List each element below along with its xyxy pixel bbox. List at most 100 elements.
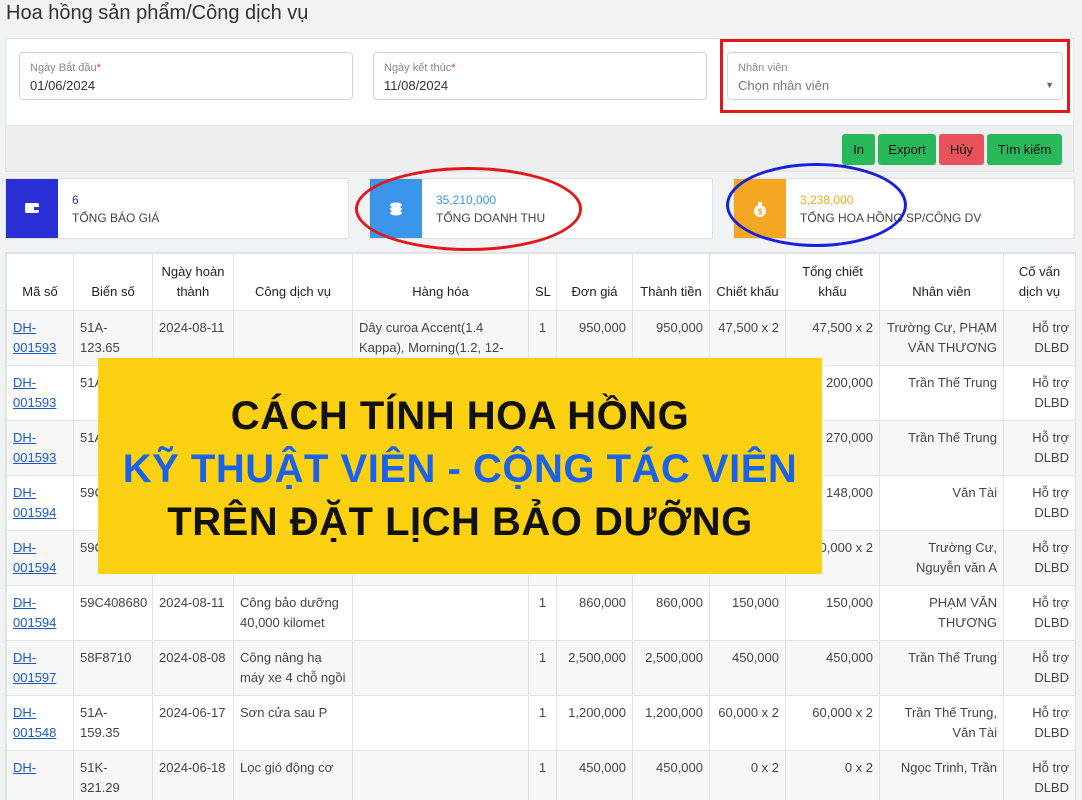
column-header[interactable]: Tổng chiết khấu <box>785 253 880 311</box>
required-mark: * <box>96 62 101 74</box>
cell-amount: 450,000 <box>632 750 710 800</box>
order-code-link[interactable]: DH-001594 <box>13 540 56 575</box>
cell-code: DH-001594 <box>6 585 74 641</box>
cell-code: DH-001548 <box>6 695 74 751</box>
cell-goods <box>352 750 529 800</box>
order-code-link[interactable]: DH-001597 <box>13 650 56 685</box>
column-header[interactable]: Biển số <box>73 253 153 311</box>
page-title: Hoa hồng sản phẩm/Công dịch vụ <box>6 2 309 24</box>
cell-advisor: Hỗ trợ DLBD <box>1003 585 1075 641</box>
table-header-row: Mã số Biển số Ngày hoàn thành Công dịch … <box>6 253 1075 311</box>
cell-staff: Trần Thế Trung, Văn Tài <box>879 695 1004 751</box>
stat-value: 6 <box>72 193 79 207</box>
order-code-link[interactable]: DH- <box>13 760 36 775</box>
cell-plate: 51A-159.35 <box>73 695 153 751</box>
cell-code: DH-001597 <box>6 640 74 696</box>
cell-total-discount: 0 x 2 <box>785 750 880 800</box>
cell-amount: 2,500,000 <box>632 640 710 696</box>
cell-date: 2024-06-18 <box>152 750 234 800</box>
wallet-icon <box>25 203 39 213</box>
column-header[interactable]: Chiết khấu <box>709 253 786 311</box>
cell-discount: 60,000 x 2 <box>709 695 786 751</box>
column-header[interactable]: Thành tiền <box>632 253 710 311</box>
table-row: DH-001597 58F8710 2024-08-08 Công nâng hạ m… <box>6 640 1075 696</box>
column-header[interactable]: Nhân viên <box>879 253 1004 311</box>
column-header[interactable]: SL <box>528 253 557 311</box>
cell-goods <box>352 585 529 641</box>
cell-advisor: Hỗ trợ DLBD <box>1003 420 1075 476</box>
highlight-rectangle <box>720 39 1070 113</box>
cell-total-discount: 60,000 x 2 <box>785 695 880 751</box>
cell-advisor: Hỗ trợ DLBD <box>1003 365 1075 421</box>
cell-price: 2,500,000 <box>556 640 633 696</box>
start-date-field[interactable]: Ngày Bắt đầu* 01/06/2024 <box>19 52 353 100</box>
cell-staff: Trần Thế Trung <box>879 640 1004 696</box>
cell-total-discount: 150,000 <box>785 585 880 641</box>
cell-staff: Ngọc Trinh, Trần <box>879 750 1004 800</box>
cell-qty: 1 <box>528 585 557 641</box>
cell-advisor: Hỗ trợ DLBD <box>1003 640 1075 696</box>
cell-plate: 58F8710 <box>73 640 153 696</box>
highlight-ellipse-blue <box>726 163 907 247</box>
end-date-field[interactable]: Ngày kết thúc* 11/08/2024 <box>373 52 707 100</box>
cell-advisor: Hỗ trợ DLBD <box>1003 530 1075 586</box>
table-row: DH-001594 59C408680 2024-08-11 Công bảo dưỡ… <box>6 585 1075 641</box>
cancel-button[interactable]: Hủy <box>939 134 984 165</box>
cell-amount: 860,000 <box>632 585 710 641</box>
cell-qty: 1 <box>528 695 557 751</box>
column-header[interactable]: Hàng hóa <box>352 253 529 311</box>
cell-service: Lọc gió động cơ <box>233 750 353 800</box>
table-row: DH- 51K-321.29 2024-06-18 Lọc gió động cơ 1 4… <box>6 750 1075 800</box>
order-code-link[interactable]: DH-001593 <box>13 375 56 410</box>
cell-date: 2024-08-08 <box>152 640 234 696</box>
order-code-link[interactable]: DH-001548 <box>13 705 56 740</box>
cell-total-discount: 450,000 <box>785 640 880 696</box>
start-date-label: Ngày Bắt đầu <box>30 62 97 74</box>
cell-code: DH-001594 <box>6 475 74 531</box>
cell-qty: 1 <box>528 750 557 800</box>
column-header[interactable]: Mã số <box>6 253 74 311</box>
cell-qty: 1 <box>528 640 557 696</box>
end-date-label: Ngày kết thúc <box>384 62 452 74</box>
highlight-ellipse-red <box>355 167 582 251</box>
required-mark: * <box>451 62 456 74</box>
cell-staff: Trần Thế Trung <box>879 365 1004 421</box>
cell-advisor: Hỗ trợ DLBD <box>1003 475 1075 531</box>
cell-price: 450,000 <box>556 750 633 800</box>
order-code-link[interactable]: DH-001594 <box>13 485 56 520</box>
cell-code: DH-001593 <box>6 420 74 476</box>
cell-staff: Trường Cư, Nguyễn văn A <box>879 530 1004 586</box>
cell-staff: Trần Thế Trung <box>879 420 1004 476</box>
column-header[interactable]: Công dịch vụ <box>233 253 353 311</box>
order-code-link[interactable]: DH-001593 <box>13 430 56 465</box>
cell-price: 860,000 <box>556 585 633 641</box>
cell-discount: 450,000 <box>709 640 786 696</box>
column-header[interactable]: Cố vấn dịch vụ <box>1003 253 1075 311</box>
cell-service: Sơn cửa sau P <box>233 695 353 751</box>
cell-code: DH-001594 <box>6 530 74 586</box>
cell-price: 1,200,000 <box>556 695 633 751</box>
cell-staff: PHẠM VĂN THƯƠNG <box>879 585 1004 641</box>
export-button[interactable]: Export <box>878 134 936 165</box>
cell-code: DH-001593 <box>6 310 74 366</box>
print-button[interactable]: In <box>842 134 875 165</box>
column-header[interactable]: Ngày hoàn thành <box>152 253 234 311</box>
cell-date: 2024-08-11 <box>152 585 234 641</box>
cell-service: Công nâng hạ máy xe 4 chỗ ngồi <box>233 640 353 696</box>
column-header[interactable]: Đơn giá <box>556 253 633 311</box>
banner-line-2: KỸ THUẬT VIÊN - CỘNG TÁC VIÊN <box>122 447 798 491</box>
title-banner: CÁCH TÍNH HOA HỒNG KỸ THUẬT VIÊN - CỘNG … <box>98 358 822 574</box>
cell-goods <box>352 640 529 696</box>
table-row: DH-001548 51A-159.35 2024-06-17 Sơn cửa sau… <box>6 695 1075 751</box>
start-date-value: 01/06/2024 <box>30 78 96 93</box>
cell-discount: 150,000 <box>709 585 786 641</box>
search-button[interactable]: Tìm kiếm <box>987 134 1062 165</box>
banner-line-3: TRÊN ĐẶT LỊCH BẢO DƯỠNG <box>167 500 753 544</box>
order-code-link[interactable]: DH-001594 <box>13 595 56 630</box>
cell-discount: 0 x 2 <box>709 750 786 800</box>
order-code-link[interactable]: DH-001593 <box>13 320 56 355</box>
cell-goods <box>352 695 529 751</box>
cell-plate: 59C408680 <box>73 585 153 641</box>
cell-code: DH- <box>6 750 74 800</box>
cell-staff: Văn Tài <box>879 475 1004 531</box>
